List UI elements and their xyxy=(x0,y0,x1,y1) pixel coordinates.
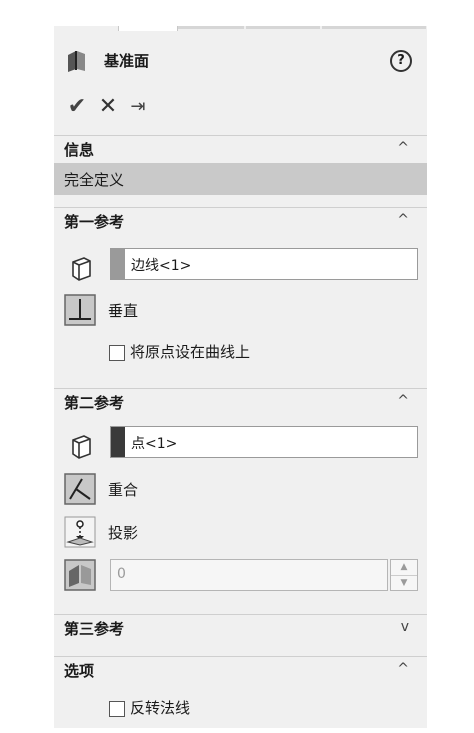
section-third-ref-header[interactable]: 第三参考 v xyxy=(54,614,427,640)
coincident-label: 重合 xyxy=(108,481,139,499)
distance-input[interactable]: 0 xyxy=(110,559,388,591)
section-info-title: 信息 xyxy=(64,141,95,159)
expand-icon[interactable]: v xyxy=(401,619,409,635)
origin-on-curve-checkbox[interactable] xyxy=(109,345,125,361)
section-options-title: 选项 xyxy=(64,662,95,680)
selection-color-swatch xyxy=(111,249,125,279)
projection-label: 投影 xyxy=(108,524,139,542)
tab-property-manager[interactable] xyxy=(118,26,178,31)
status-message: 完全定义 xyxy=(54,163,427,195)
title-bar: 基准面 ? xyxy=(54,40,427,82)
section-second-ref-header[interactable]: 第二参考 ^ xyxy=(54,388,427,414)
property-manager-panel: 基准面 ? ✔ ✕ ⇥ 信息 ^ 完全定义 第一参考 ^ 边线<1> 垂直 将原… xyxy=(54,26,427,728)
distance-value: 0 xyxy=(117,566,126,582)
collapse-icon[interactable]: ^ xyxy=(397,393,409,409)
entity-cube-icon xyxy=(72,435,91,459)
section-second-ref-title: 第二参考 xyxy=(64,394,125,412)
tab-feature-tree[interactable] xyxy=(246,26,320,29)
origin-on-curve-label: 将原点设在曲线上 xyxy=(130,343,251,361)
first-ref-selection-text: 边线<1> xyxy=(131,258,192,274)
tab-display[interactable] xyxy=(322,26,426,29)
flip-normal-label: 反转法线 xyxy=(130,699,191,717)
collapse-icon[interactable]: ^ xyxy=(397,212,409,228)
coincident-icon[interactable] xyxy=(64,473,96,505)
status-text: 完全定义 xyxy=(64,171,125,189)
selection-color-swatch xyxy=(111,427,125,457)
plane-icon xyxy=(68,51,85,72)
spin-down-icon[interactable]: ▼ xyxy=(391,576,417,591)
spin-up-icon[interactable]: ▲ xyxy=(391,560,417,576)
perpendicular-icon[interactable] xyxy=(64,294,96,326)
pin-button[interactable]: ⇥ xyxy=(126,92,150,122)
second-ref-selection-field[interactable]: 点<1> xyxy=(110,426,418,458)
first-ref-selection-field[interactable]: 边线<1> xyxy=(110,248,418,280)
help-icon[interactable]: ? xyxy=(390,50,412,72)
ok-button[interactable]: ✔ xyxy=(64,92,90,122)
distance-spinner[interactable]: ▲ ▼ xyxy=(390,559,418,591)
second-ref-selection-text: 点<1> xyxy=(131,436,178,452)
tab-strip xyxy=(54,26,427,32)
collapse-icon[interactable]: ^ xyxy=(397,661,409,677)
perpendicular-label: 垂直 xyxy=(108,302,139,320)
distance-icon[interactable] xyxy=(64,559,96,591)
collapse-icon[interactable]: ^ xyxy=(397,140,409,156)
section-first-ref-header[interactable]: 第一参考 ^ xyxy=(54,207,427,233)
entity-cube-icon xyxy=(72,257,91,281)
section-info-header[interactable]: 信息 ^ xyxy=(54,135,427,161)
section-options-header[interactable]: 选项 ^ xyxy=(54,656,427,682)
section-third-ref-title: 第三参考 xyxy=(64,620,125,638)
tab-config[interactable] xyxy=(178,26,244,29)
section-first-ref-title: 第一参考 xyxy=(64,213,125,231)
projection-icon[interactable] xyxy=(64,516,96,548)
flip-normal-checkbox[interactable] xyxy=(109,701,125,717)
panel-title: 基准面 xyxy=(104,52,150,70)
cancel-button[interactable]: ✕ xyxy=(96,92,120,122)
